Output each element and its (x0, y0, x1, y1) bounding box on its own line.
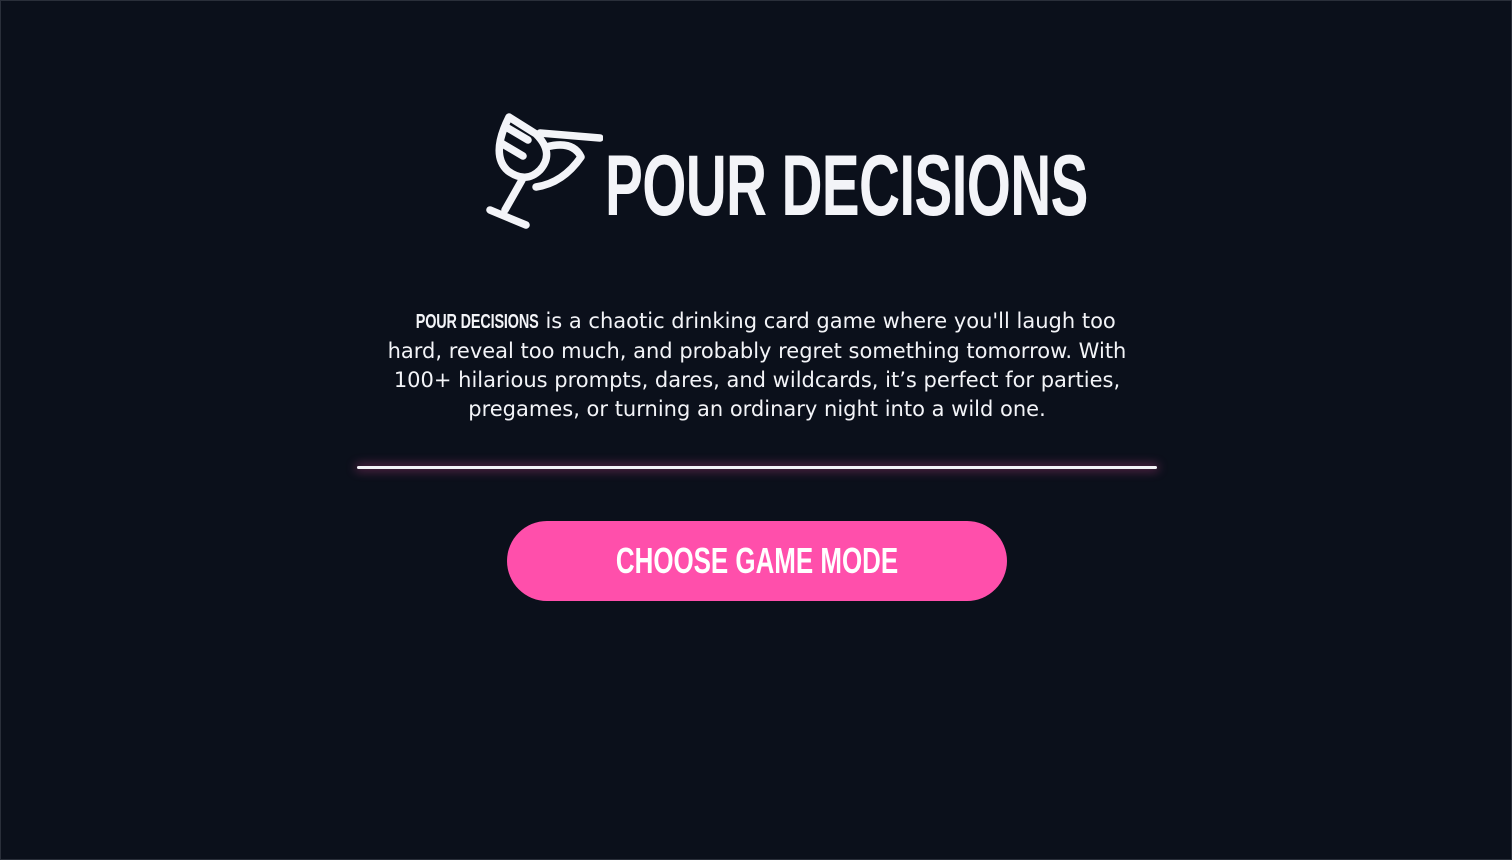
app-title: POUR DECISIONS (605, 138, 1088, 234)
landing-screen: POUR DECISIONS POUR DECISIONS is a chaot… (1, 1, 1512, 860)
choose-game-mode-label: CHOOSE GAME MODE (615, 540, 899, 581)
brand-header: POUR DECISIONS (485, 101, 1336, 231)
game-description: POUR DECISIONS is a chaotic drinking car… (377, 307, 1137, 424)
choose-game-mode-button[interactable]: CHOOSE GAME MODE (507, 521, 1007, 601)
cocktail-glass-icon (486, 113, 603, 229)
glow-divider (357, 466, 1157, 469)
description-brand-name: POUR DECISIONS (415, 311, 539, 333)
